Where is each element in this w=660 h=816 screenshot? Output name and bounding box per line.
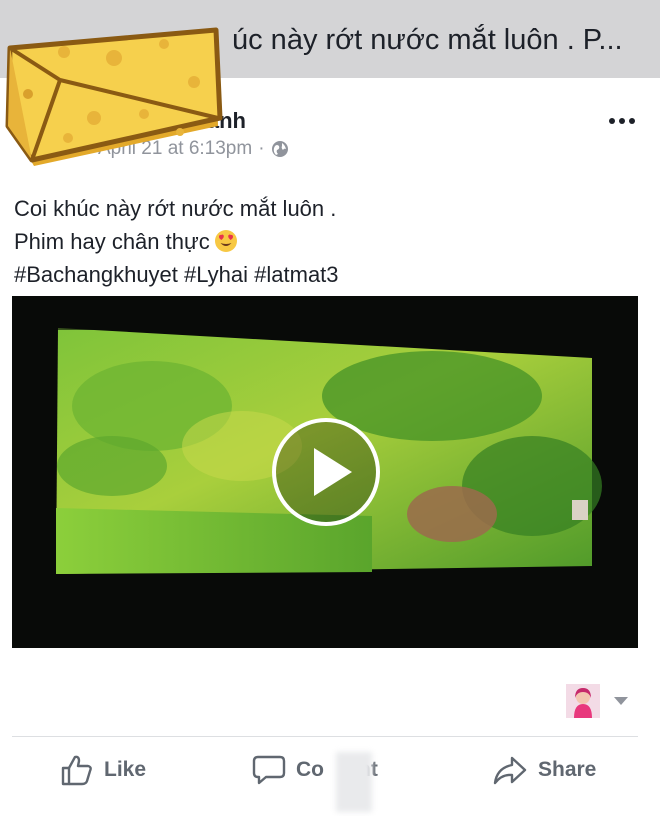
heart-eyes-emoji	[214, 230, 237, 252]
meta-separator: ·	[258, 138, 265, 159]
play-icon[interactable]	[270, 416, 382, 528]
more-options-icon[interactable]	[604, 106, 640, 136]
post-line-2: Phim hay chân thực	[14, 229, 210, 254]
share-button[interactable]: Share	[492, 744, 596, 796]
post-line-3[interactable]: #Bachangkhuyet #Lyhai #latmat3	[14, 258, 339, 291]
cheese-sticker-icon	[5, 27, 223, 166]
share-icon	[493, 756, 527, 785]
post-line-1: Coi khúc này rớt nước mắt luôn .	[14, 196, 337, 221]
globe-icon	[271, 141, 288, 157]
comment-icon	[252, 755, 286, 785]
header-title: úc này rớt nước mắt luôn . P...	[232, 24, 623, 56]
blur-patch	[336, 752, 372, 812]
like-button[interactable]: Like	[60, 744, 146, 796]
share-label: Share	[538, 758, 597, 781]
like-label: Like	[104, 758, 147, 781]
reactor-avatar[interactable]	[566, 684, 600, 718]
post-line-2-wrap: Phim hay chân thực	[14, 225, 339, 258]
actions-divider	[12, 736, 638, 737]
reactions-bar[interactable]	[566, 684, 636, 718]
caret-down-icon[interactable]	[614, 697, 628, 705]
comment-label-left: Co	[296, 758, 324, 781]
post-text: Coi khúc này rớt nước mắt luôn . Phim ha…	[14, 192, 339, 291]
post-actions: Like Co nt Share	[0, 744, 660, 800]
thumbs-up-icon	[61, 755, 92, 786]
